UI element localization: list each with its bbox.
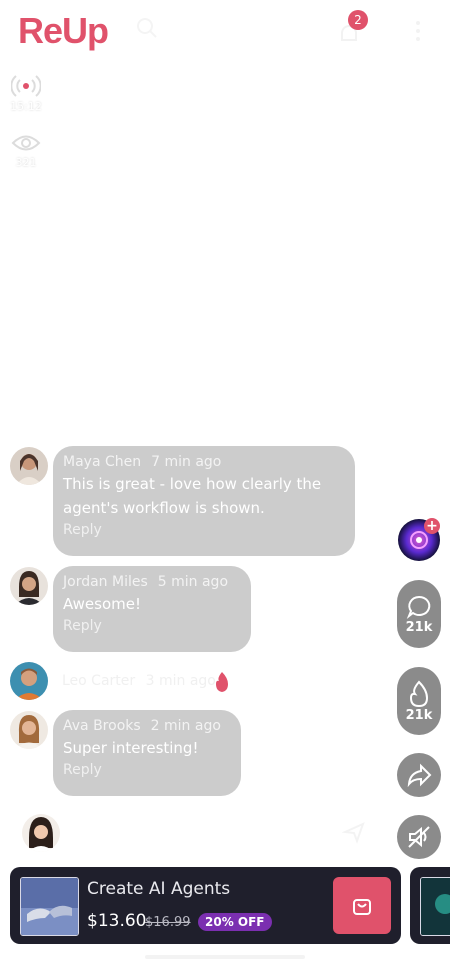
live-time: 15:12 <box>10 100 42 113</box>
like-button[interactable]: 21k <box>397 667 441 735</box>
comment-time: 2 min ago <box>150 718 221 734</box>
likes-count: 21k <box>405 707 433 723</box>
comment-bubble: Ava Brooks 2 min ago Super interesting! R… <box>53 710 241 796</box>
notification-badge: 2 <box>348 10 368 30</box>
menu-icon[interactable] <box>408 18 428 44</box>
follow-plus-icon[interactable]: + <box>424 518 440 534</box>
reply-link[interactable]: Reply <box>63 762 231 778</box>
comment-bubble: Maya Chen 7 min ago This is great - love … <box>53 446 355 556</box>
product-price: $13.60 <box>87 911 147 931</box>
comment-time: 5 min ago <box>157 574 229 590</box>
chat-bubble-icon <box>406 595 431 619</box>
discount-badge: 20% OFF <box>198 913 272 931</box>
product-name: Create AI Agents <box>87 879 231 899</box>
comment-author[interactable]: Maya Chen <box>63 454 141 470</box>
my-avatar[interactable] <box>22 814 60 852</box>
product-thumbnail <box>20 877 79 936</box>
comment-author[interactable]: Ava Brooks <box>63 718 141 734</box>
comment-line: Leo Carter 3 min ago <box>62 673 216 689</box>
live-stat: 15:12 <box>6 74 46 113</box>
comments-count: 21k <box>405 619 433 635</box>
share-icon <box>407 763 432 787</box>
comment-time: 7 min ago <box>151 454 222 470</box>
avatar[interactable] <box>10 567 48 605</box>
search-icon[interactable] <box>135 16 159 40</box>
eye-icon <box>11 135 41 151</box>
live-broadcast-icon <box>11 75 41 97</box>
send-icon[interactable] <box>341 820 366 844</box>
flame-icon <box>409 680 429 707</box>
reply-link[interactable]: Reply <box>63 522 345 538</box>
shopping-bag-icon <box>353 898 371 915</box>
view-count: 321 <box>15 156 37 169</box>
product-old-price: $16.99 <box>145 915 191 930</box>
comment-text: This is great - love how clearly the age… <box>63 475 322 517</box>
comment-time: 3 min ago <box>145 673 216 689</box>
mute-icon <box>408 826 430 848</box>
comment-text: Awesome! <box>63 595 141 613</box>
comments-button[interactable]: 21k <box>397 580 441 648</box>
avatar[interactable] <box>10 447 48 485</box>
avatar[interactable] <box>10 662 48 700</box>
comment-text: Super interesting! <box>63 739 199 757</box>
add-to-cart-button[interactable] <box>333 877 391 934</box>
fire-reaction-icon <box>213 671 231 693</box>
comment-bubble: Jordan Miles 5 min ago Awesome! Reply <box>53 566 251 652</box>
views-stat: 321 <box>6 132 46 169</box>
mute-button[interactable] <box>397 815 441 859</box>
next-product-card[interactable] <box>410 867 450 944</box>
next-product-thumbnail <box>420 877 450 936</box>
comment-author[interactable]: Jordan Miles <box>63 574 148 590</box>
avatar[interactable] <box>10 711 48 749</box>
home-indicator <box>145 955 305 959</box>
reply-link[interactable]: Reply <box>63 618 241 634</box>
product-card[interactable]: Create AI Agents $13.60 $16.99 20% OFF <box>10 867 401 944</box>
share-button[interactable] <box>397 753 441 797</box>
app-logo: ReUp <box>18 10 109 51</box>
comment-author[interactable]: Leo Carter <box>62 673 135 689</box>
